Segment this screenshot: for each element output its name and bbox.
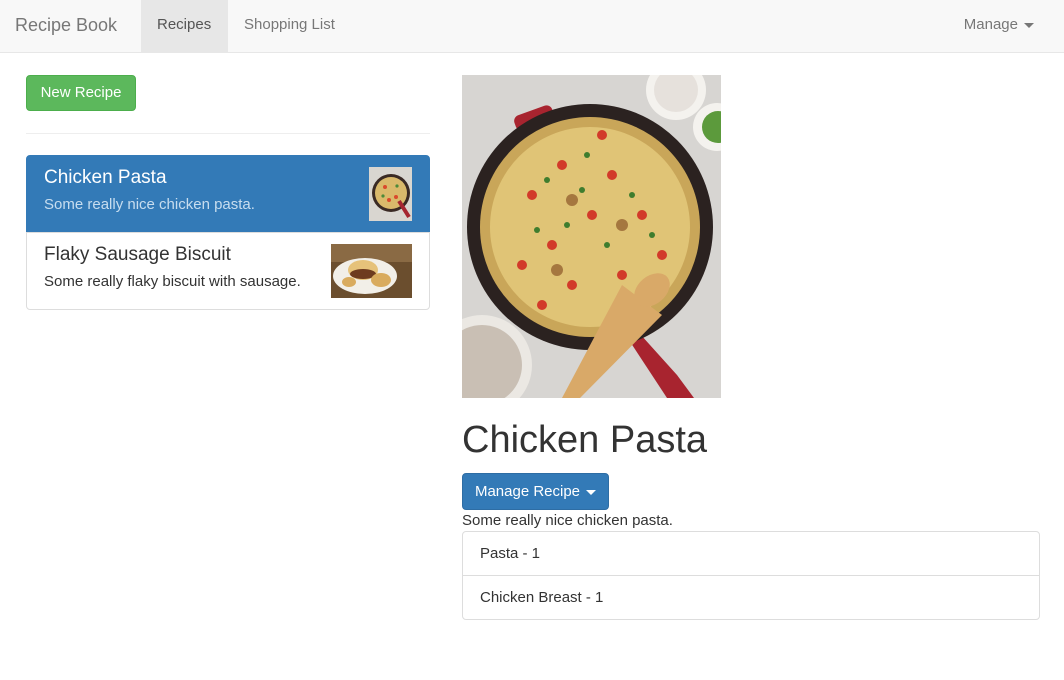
manage-dropdown[interactable]: Manage (948, 0, 1050, 52)
recipe-description: Some really nice chicken pasta. (462, 512, 673, 529)
manage-recipe-button[interactable]: Manage Recipe (462, 473, 609, 510)
recipe-description: Some really nice chicken pasta. (44, 196, 255, 213)
ingredient-list: Pasta - 1 Chicken Breast - 1 (462, 531, 1040, 620)
sausage-biscuit-thumbnail (331, 244, 412, 298)
new-recipe-button[interactable]: New Recipe (26, 75, 136, 111)
recipe-image (432, 60, 741, 415)
caret-down-icon (586, 489, 597, 495)
recipe-name: Chicken Pasta (44, 167, 167, 188)
recipe-item-flaky-sausage-biscuit[interactable]: Flaky Sausage Biscuit Some really flaky … (26, 232, 430, 310)
recipe-description: Some really flaky biscuit with sausage. (44, 273, 301, 290)
recipe-title: Chicken Pasta (462, 419, 708, 461)
manage-label: Manage (963, 16, 1018, 33)
top-navbar: Recipe Book Recipes Shopping List Manage (0, 0, 1064, 53)
recipe-list: Chicken Pasta Some really nice chicken p… (26, 155, 430, 310)
divider (26, 133, 430, 134)
nav-recipes[interactable]: Recipes (141, 0, 228, 52)
caret-down-icon (1024, 22, 1034, 28)
ingredient-item[interactable]: Chicken Breast - 1 (462, 575, 1040, 620)
recipe-item-chicken-pasta[interactable]: Chicken Pasta Some really nice chicken p… (26, 155, 430, 233)
nav-shopping-list[interactable]: Shopping List (228, 0, 351, 52)
brand-link[interactable]: Recipe Book (15, 0, 117, 52)
chicken-pasta-thumbnail (369, 167, 412, 221)
ingredient-item[interactable]: Pasta - 1 (462, 531, 1040, 576)
recipe-name: Flaky Sausage Biscuit (44, 244, 231, 265)
manage-recipe-label: Manage Recipe (474, 483, 581, 500)
